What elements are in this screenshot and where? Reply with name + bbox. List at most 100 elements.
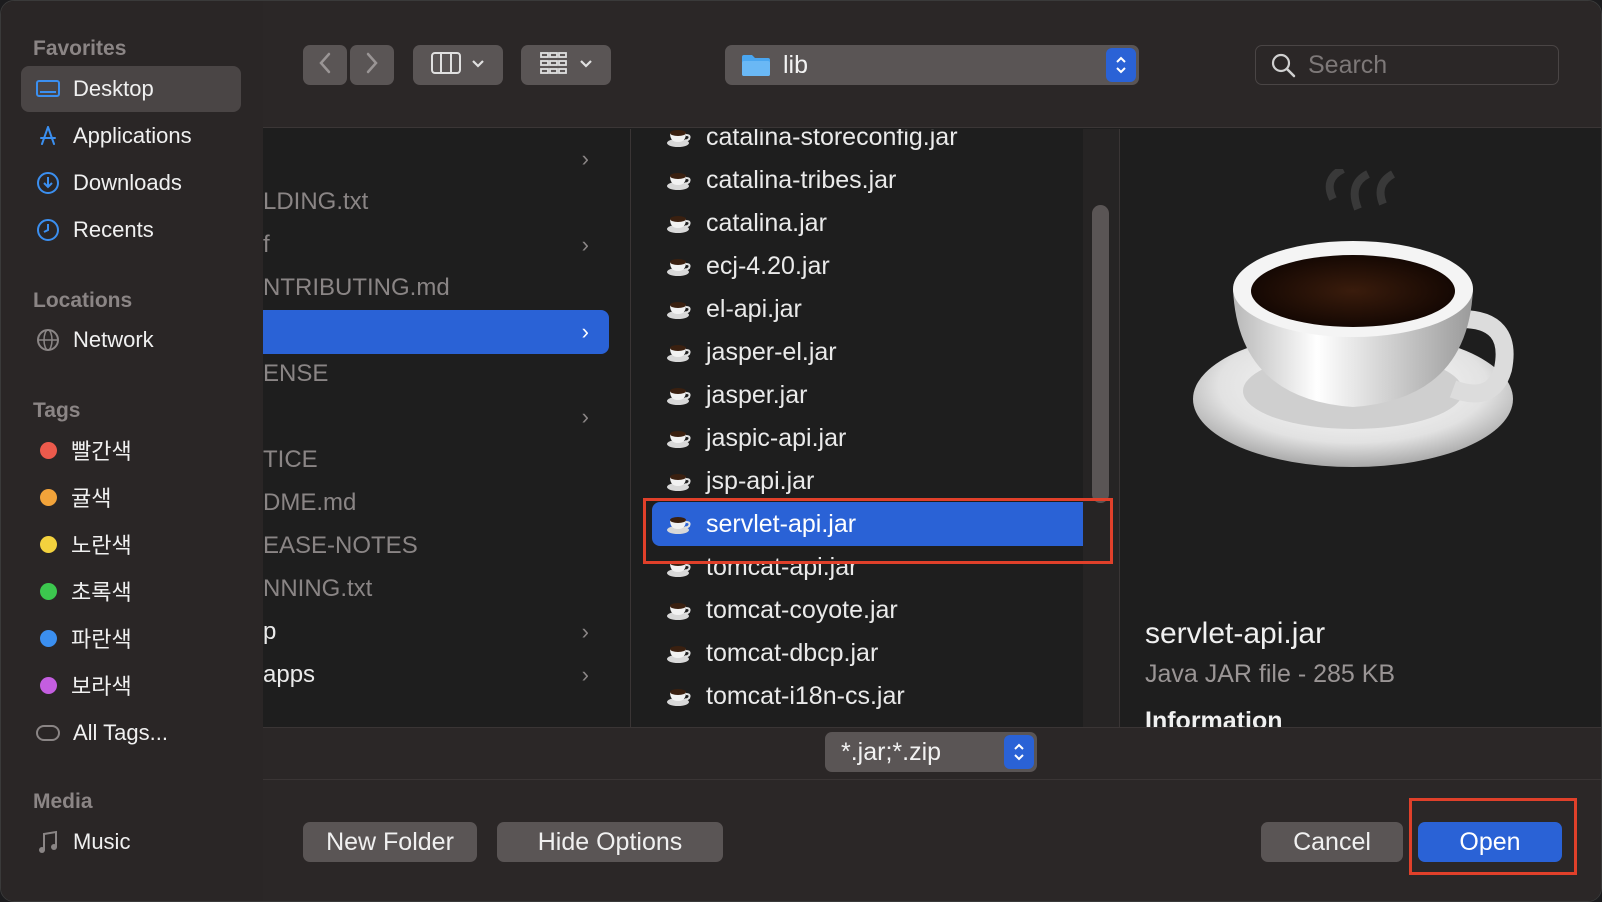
all-tags[interactable]: All Tags... [21,710,241,756]
list-item[interactable]: p › [263,610,629,654]
files-column: tomcat-i18n-cs.jar tomcat-dbcp.jar tomcat-… [632,129,1120,727]
globe-icon [35,327,61,353]
group-button[interactable] [521,45,611,85]
folder-icon [741,53,771,77]
path-popup[interactable]: lib [725,45,1139,85]
jar-file-icon [666,169,692,191]
coffee-cup-icon [1183,165,1523,484]
sidebar-item-label: Desktop [73,76,154,101]
file-label: jaspic-api.jar [706,423,847,452]
toolbar: lib [263,1,1601,128]
list-item[interactable]: TICE [263,438,629,482]
format-label: *.jar;*.zip [841,737,942,766]
jar-file-icon [666,212,692,234]
tag-label: 보라색 [71,674,132,699]
button-label: Cancel [1293,827,1371,856]
tags-header: Tags [33,399,81,422]
sidebar-item-recents[interactable]: Recents [21,207,241,253]
tag-purple[interactable]: 보라색 [21,662,241,708]
tag-blue[interactable]: 파란색 [21,615,241,661]
item-label: NTRIBUTING.md [263,274,450,301]
stepper-icon [1004,735,1034,769]
file-item[interactable]: jasper-el.jar [652,330,1098,374]
list-item[interactable]: › [263,395,629,439]
applications-icon [35,123,61,149]
view-mode-button[interactable] [413,45,503,85]
tag-red[interactable]: 빨간색 [21,427,241,473]
jar-file-icon [666,255,692,277]
highlight-selected-file [643,498,1113,564]
jar-file-icon [666,470,692,492]
downloads-icon [35,170,61,196]
sidebar-item-music[interactable]: Music [21,819,241,865]
file-item[interactable]: catalina-tribes.jar [652,158,1098,202]
sidebar-item-label: Recents [73,217,154,242]
locations-header: Locations [33,289,133,312]
sidebar-item-downloads[interactable]: Downloads [21,160,241,206]
preview-file-name: servlet-api.jar [1145,617,1326,650]
file-item[interactable]: tomcat-i18n-cs.jar [652,674,1098,718]
tag-orange[interactable]: 귤색 [21,474,241,520]
file-label: ecj-4.20.jar [706,251,830,280]
list-item[interactable]: › [263,137,629,181]
file-item[interactable]: jasper.jar [652,373,1098,417]
back-button[interactable] [303,45,347,85]
chevron-right-icon: › [581,662,589,687]
file-label: jasper-el.jar [706,337,837,366]
chevron-right-icon: › [581,319,589,344]
search-input[interactable] [1308,50,1548,80]
search-field[interactable] [1255,45,1559,85]
chevron-right-icon: › [581,232,589,257]
list-item[interactable]: apps › [263,653,629,697]
list-item[interactable]: NTRIBUTING.md [263,266,629,310]
file-item[interactable]: jsp-api.jar [652,459,1098,503]
new-folder-button[interactable]: New Folder [303,822,477,862]
sidebar-item-label: Network [73,327,154,352]
file-item[interactable]: el-api.jar [652,287,1098,331]
tag-green[interactable]: 초록색 [21,568,241,614]
file-label: tomcat-i18n-cs.jar [706,681,905,710]
parent-column: › LDING.txt f › NTRIBUTING.md › ENSE › TI… [263,129,631,727]
file-label: jasper.jar [706,380,808,409]
file-format-popup[interactable]: *.jar;*.zip [825,732,1037,772]
stepper-icon [1106,48,1136,82]
item-label: EASE-NOTES [263,532,418,559]
file-item[interactable]: tomcat-coyote.jar [652,588,1098,632]
button-label: New Folder [326,827,454,856]
file-item[interactable]: tomcat-dbcp.jar [652,631,1098,675]
list-item[interactable]: f › [263,223,629,267]
tag-dot-icon [40,629,57,647]
sidebar-item-applications[interactable]: Applications [21,113,241,159]
scrollbar-thumb[interactable] [1092,205,1109,503]
tag-label: 빨간색 [71,439,132,464]
highlight-open-button [1409,798,1577,875]
path-folder-label: lib [783,50,809,79]
list-item[interactable]: EASE-NOTES [263,524,629,568]
tag-dot-icon [40,488,57,506]
forward-button[interactable] [350,45,394,85]
hide-options-button[interactable]: Hide Options [497,822,723,862]
list-item[interactable]: ENSE [263,352,629,396]
list-item[interactable]: DME.md [263,481,629,525]
list-item[interactable]: NNING.txt [263,567,629,611]
file-label: el-api.jar [706,294,802,323]
item-label: f [263,231,270,258]
tag-dot-icon [40,441,57,459]
file-item[interactable]: ecj-4.20.jar [652,244,1098,288]
file-item[interactable]: catalina-storeconfig.jar [652,129,1098,159]
tag-yellow[interactable]: 노란색 [21,521,241,567]
sidebar-item-desktop[interactable]: Desktop [21,66,241,112]
media-header: Media [33,790,93,813]
file-item[interactable]: catalina.jar [652,201,1098,245]
jar-file-icon [666,599,692,621]
cancel-button[interactable]: Cancel [1261,822,1403,862]
item-label: TICE [263,446,318,473]
tag-dot-icon [40,676,57,694]
list-item[interactable]: LDING.txt [263,180,629,224]
desktop-icon [35,76,61,102]
sidebar-item-network[interactable]: Network [21,317,241,363]
chevron-down-icon [579,56,593,74]
file-item[interactable]: jaspic-api.jar [652,416,1098,460]
list-item-selected[interactable]: › [263,310,609,354]
sidebar-item-label: Applications [73,123,192,148]
